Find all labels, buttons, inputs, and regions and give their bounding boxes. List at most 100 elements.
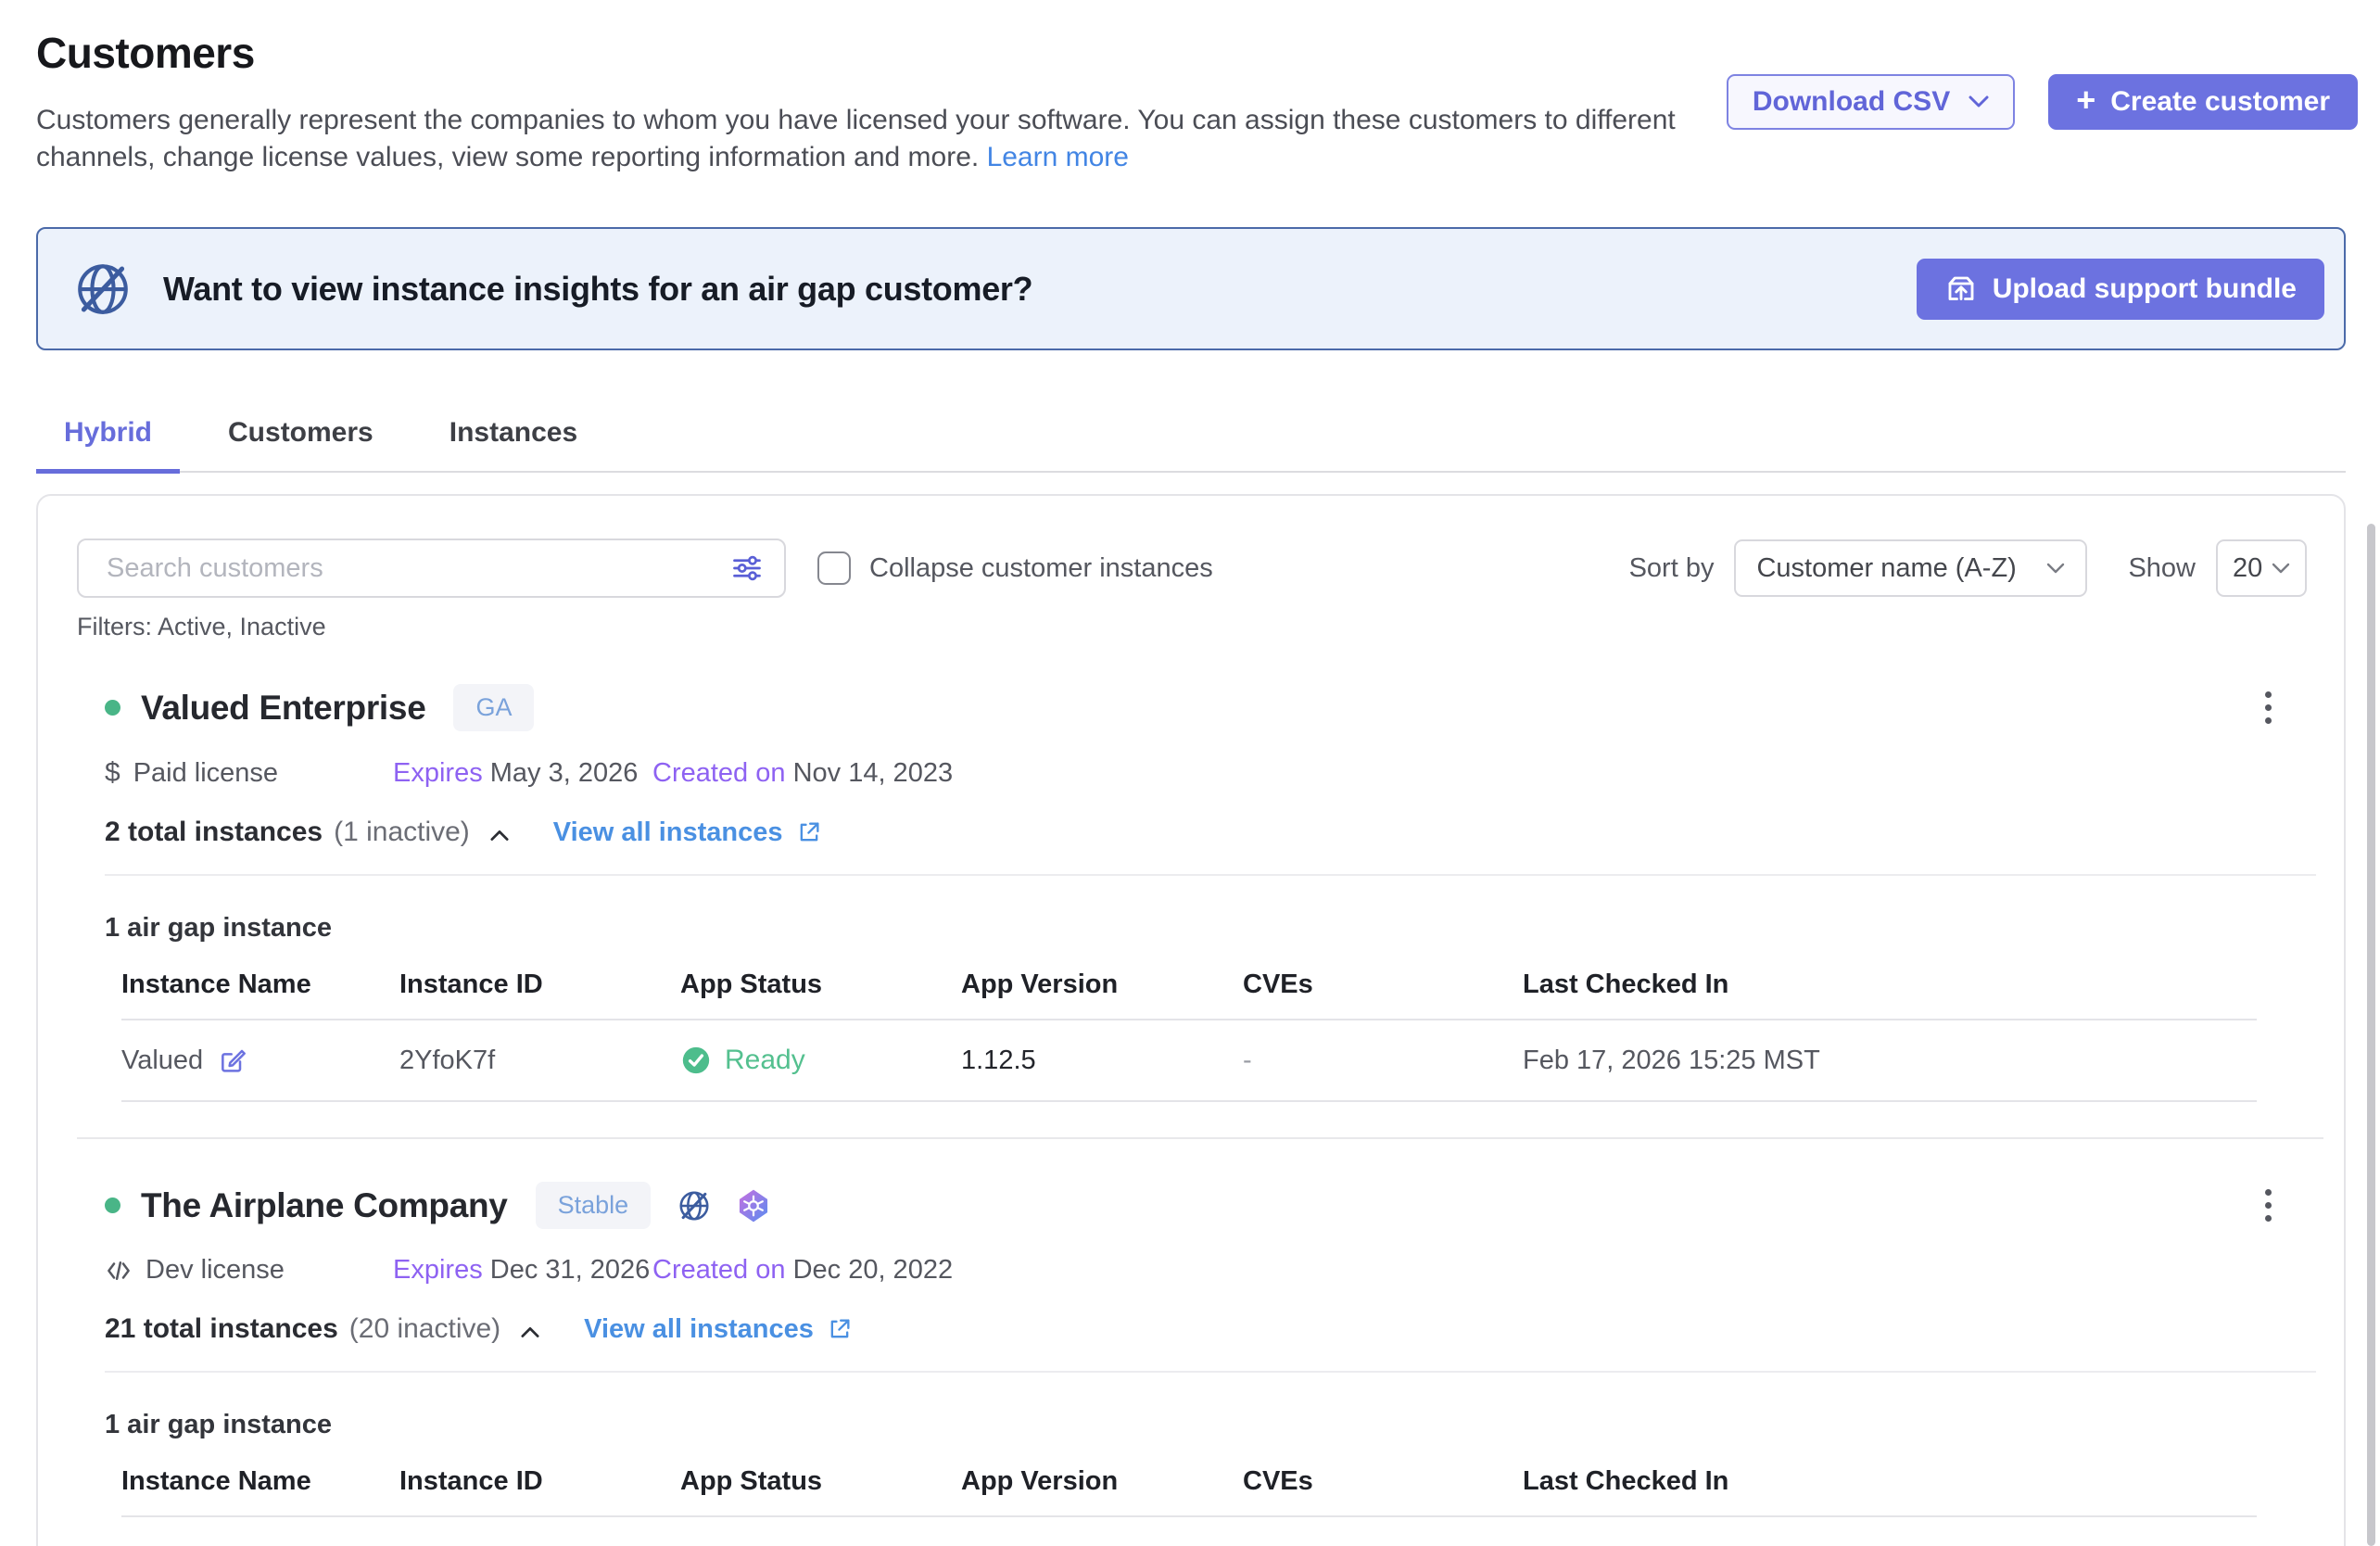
expires-label: Expires [393, 1255, 483, 1285]
license-type: Dev license [146, 1255, 285, 1286]
expires-value: Dec 31, 2026 [490, 1255, 651, 1285]
col-instance-id: Instance ID [399, 969, 680, 1000]
license-type: Paid license [133, 758, 278, 789]
active-status-dot [105, 700, 120, 716]
customer-name[interactable]: Valued Enterprise [141, 689, 425, 728]
col-app-version: App Version [961, 969, 1243, 1000]
airgap-globe-icon [677, 1188, 712, 1223]
col-app-version: App Version [961, 1466, 1243, 1497]
airgap-banner: Want to view instance insights for an ai… [36, 227, 2346, 350]
active-filters-text: Filters: Active, Inactive [77, 613, 2344, 641]
license-row: $ Paid license Expires May 3, 2026 Creat… [105, 757, 2316, 789]
kebab-menu-icon[interactable] [2256, 686, 2281, 729]
channel-badge: Stable [536, 1182, 652, 1229]
instances-table: Instance Name Instance ID App Status App… [121, 1466, 2257, 1517]
airgap-instances-heading: 1 air gap instance [105, 1410, 2316, 1440]
collapse-instances-label: Collapse customer instances [869, 553, 1213, 584]
code-icon [105, 1257, 133, 1285]
col-last-checked-in: Last Checked In [1523, 1466, 2257, 1497]
airgap-instances-heading: 1 air gap instance [105, 913, 2316, 944]
inactive-instances: (20 inactive) [349, 1313, 500, 1345]
instances-table: Instance Name Instance ID App Status App… [121, 969, 2257, 1102]
sort-select[interactable]: Customer name (A-Z) [1734, 539, 2087, 597]
tab-customers[interactable]: Customers [200, 417, 401, 471]
col-app-status: App Status [680, 969, 961, 1000]
instance-name: Valued [121, 1045, 203, 1076]
customer-row-airplane-company: The Airplane Company Stable [77, 1182, 2344, 1517]
view-all-instances-link[interactable]: View all instances [584, 1314, 853, 1345]
customers-page: Customers Customers generally represent … [0, 0, 2380, 1546]
chevron-down-icon [2046, 563, 2065, 574]
check-circle-icon [680, 1045, 712, 1076]
customer-row-valued-enterprise: Valued Enterprise GA $ Paid license Expi… [77, 684, 2344, 1102]
search-box [77, 539, 786, 598]
create-customer-label: Create customer [2110, 86, 2330, 118]
customer-name[interactable]: The Airplane Company [141, 1186, 508, 1225]
instances-table-header: Instance Name Instance ID App Status App… [121, 1466, 2257, 1517]
instance-id: 2YfoK7f [399, 1045, 680, 1076]
total-instances: 21 total instances [105, 1313, 338, 1345]
search-input[interactable] [77, 539, 786, 598]
col-cves: CVEs [1243, 1466, 1523, 1497]
sort-select-value: Customer name (A-Z) [1756, 553, 2016, 584]
customers-card: Collapse customer instances Sort by Cust… [36, 494, 2346, 1546]
section-divider [105, 874, 2316, 876]
chevron-up-icon[interactable] [490, 823, 509, 842]
upload-icon [1944, 272, 1978, 306]
app-status: Ready [725, 1045, 805, 1076]
show-label: Show [2128, 553, 2196, 584]
app-version: 1.12.5 [961, 1045, 1243, 1076]
external-link-icon [827, 1316, 853, 1342]
instance-row: Valued 2YfoK7f Ready [121, 1020, 2257, 1102]
created-label: Created on [652, 758, 786, 788]
expires-value: May 3, 2026 [490, 758, 639, 788]
col-app-status: App Status [680, 1466, 961, 1497]
created-value: Dec 20, 2022 [793, 1255, 954, 1285]
toolbar: Collapse customer instances Sort by Cust… [77, 539, 2344, 598]
filter-sliders-icon[interactable] [730, 551, 764, 585]
created-label: Created on [652, 1255, 786, 1285]
plus-icon: + [2076, 83, 2095, 117]
total-instances: 2 total instances [105, 817, 323, 848]
chevron-down-icon [2272, 563, 2290, 574]
view-all-instances-link[interactable]: View all instances [553, 817, 822, 848]
banner-title: Want to view instance insights for an ai… [163, 270, 1032, 309]
sort-by-label: Sort by [1629, 553, 1715, 584]
inactive-instances: (1 inactive) [334, 817, 470, 848]
col-instance-name: Instance Name [121, 969, 399, 1000]
license-row: Dev license Expires Dec 31, 2026 Created… [105, 1255, 2316, 1286]
dollar-icon: $ [105, 757, 120, 789]
description-line-2: channels, change license values, view so… [36, 142, 979, 172]
created-value: Nov 14, 2023 [793, 758, 954, 788]
col-last-checked-in: Last Checked In [1523, 969, 2257, 1000]
upload-support-bundle-button[interactable]: Upload support bundle [1917, 259, 2324, 320]
last-checked-in: Feb 17, 2026 15:25 MST [1523, 1045, 2257, 1076]
download-csv-button[interactable]: Download CSV [1727, 74, 2015, 130]
expires-label: Expires [393, 758, 483, 788]
tab-instances[interactable]: Instances [422, 417, 605, 471]
col-instance-id: Instance ID [399, 1466, 680, 1497]
active-status-dot [105, 1198, 120, 1213]
page-title: Customers [36, 28, 2346, 78]
learn-more-link[interactable]: Learn more [987, 142, 1129, 172]
instances-table-header: Instance Name Instance ID App Status App… [121, 969, 2257, 1020]
kebab-menu-icon[interactable] [2256, 1184, 2281, 1227]
col-instance-name: Instance Name [121, 1466, 399, 1497]
tab-hybrid[interactable]: Hybrid [36, 417, 180, 471]
instances-summary-row: 21 total instances (20 inactive) View al… [105, 1313, 2316, 1345]
toolbar-right: Sort by Customer name (A-Z) Show 20 [1629, 539, 2307, 597]
airgap-globe-icon [72, 259, 133, 320]
edit-icon[interactable] [218, 1045, 247, 1075]
cves-value: - [1243, 1045, 1523, 1076]
chevron-down-icon [1969, 95, 1989, 108]
channel-badge: GA [453, 684, 534, 731]
download-csv-label: Download CSV [1753, 86, 1950, 118]
col-cves: CVEs [1243, 969, 1523, 1000]
create-customer-button[interactable]: + Create customer [2048, 74, 2358, 130]
vertical-scrollbar[interactable] [2367, 524, 2375, 1546]
section-divider [105, 1371, 2316, 1373]
customer-divider [77, 1137, 2323, 1139]
collapse-instances-checkbox[interactable] [817, 551, 851, 585]
chevron-up-icon[interactable] [521, 1320, 539, 1338]
show-select[interactable]: 20 [2216, 539, 2307, 597]
